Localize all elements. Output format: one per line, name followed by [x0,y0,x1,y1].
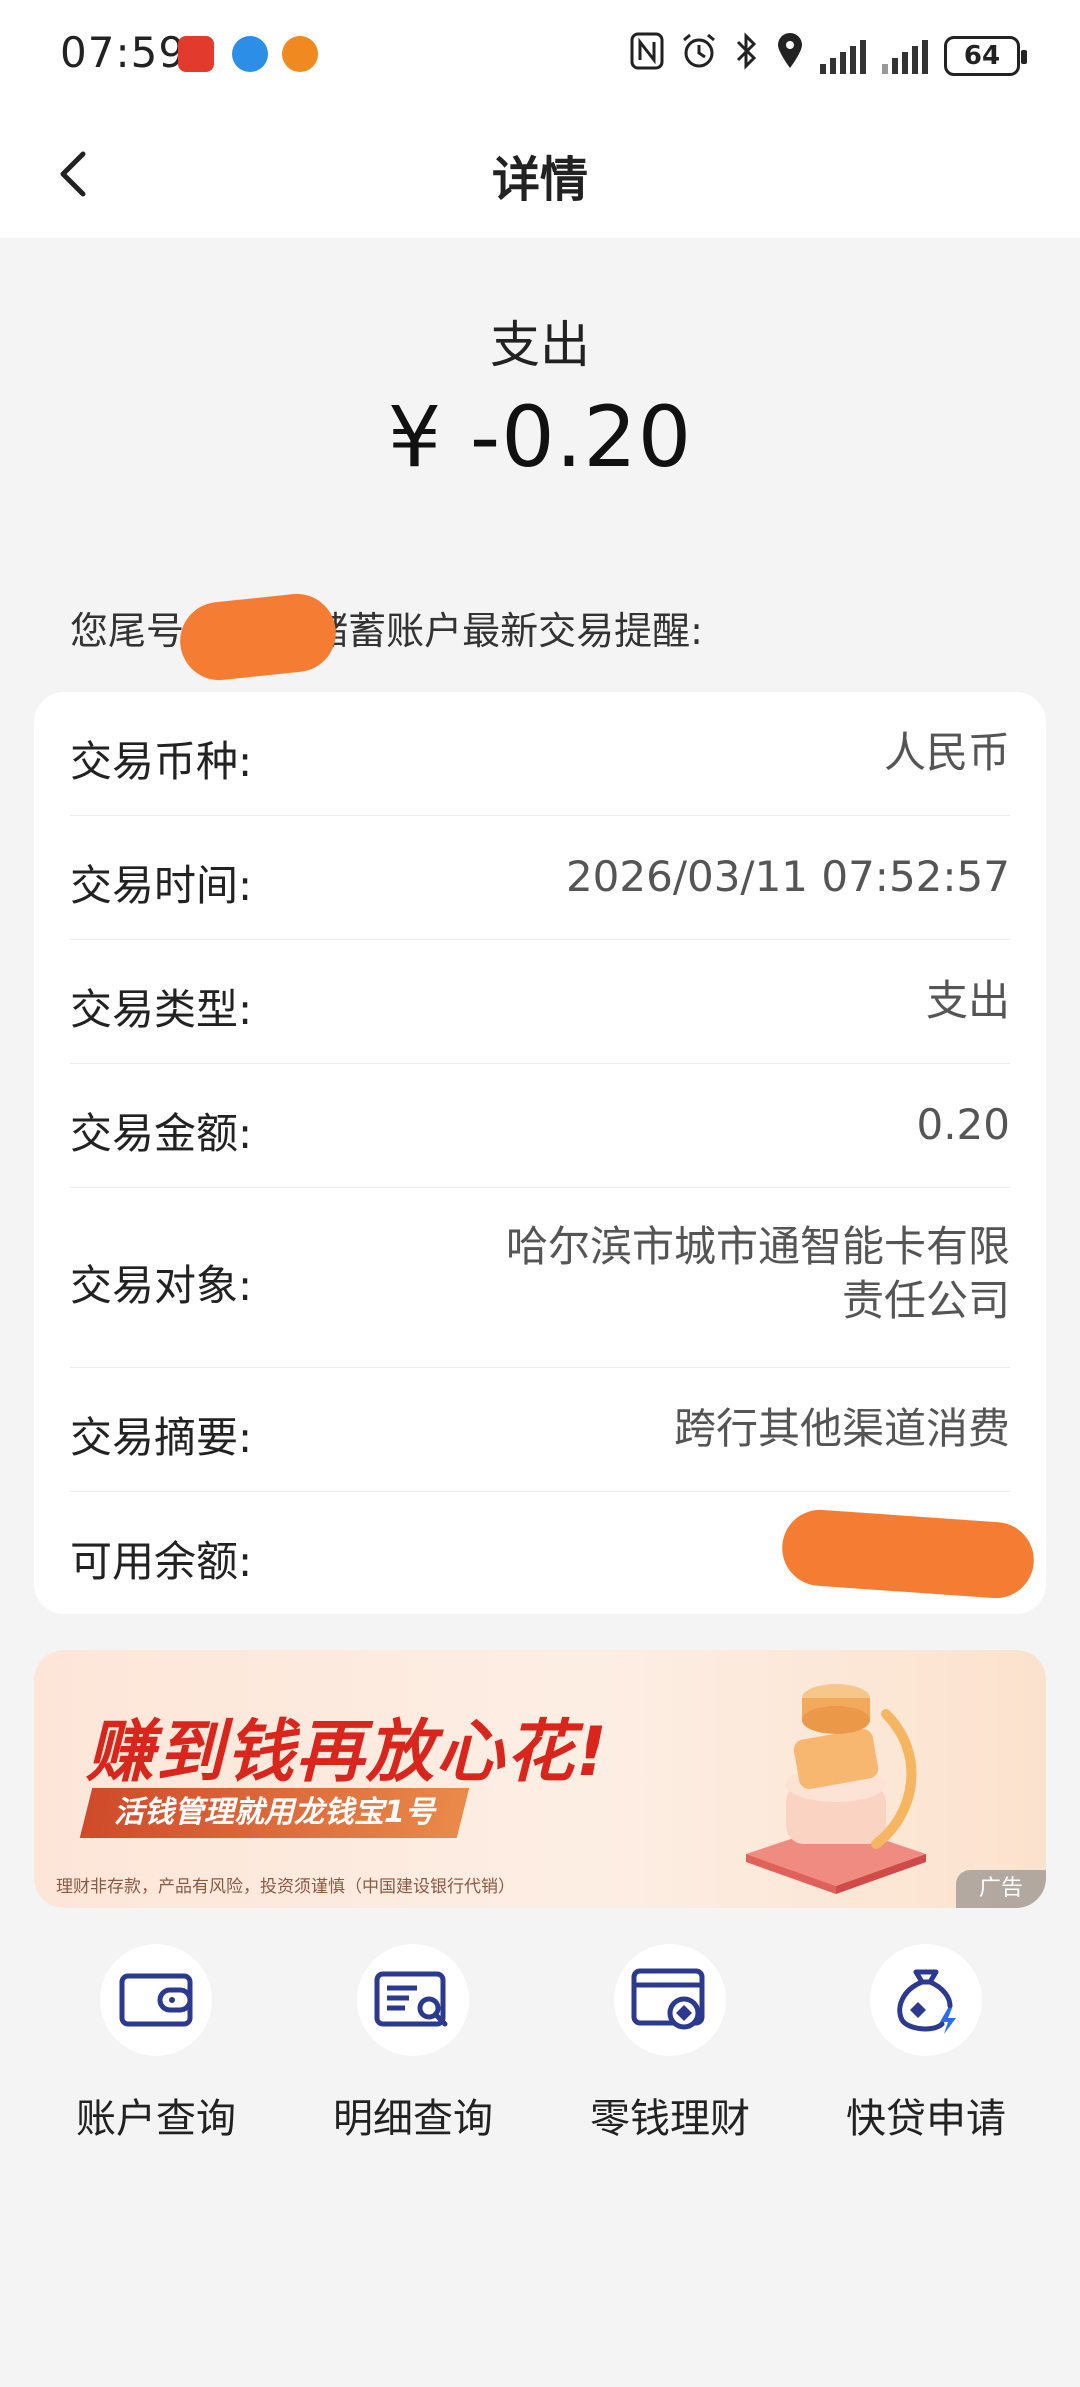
quick-action-account-query[interactable]: 账户查询 [36,1944,276,2144]
detail-label: 可用余额: [70,1537,253,1586]
quick-action-change-finance[interactable]: 零钱理财 [550,1944,790,2144]
banner-headline: 赚到钱再放心花! [86,1713,610,1792]
detail-row-amount: 交易金额: 0.20 [70,1064,1010,1188]
banner-subline: 活钱管理就用龙钱宝1号 [114,1795,435,1830]
statement-search-icon [357,1944,469,2056]
bluetooth-icon [734,32,760,79]
transaction-type-label: 支出 [490,316,590,374]
quick-action-label: 零钱理财 [590,2096,750,2142]
detail-label: 交易金额: [70,1109,253,1158]
signal-strength-icon [882,38,928,74]
coin-stack-illustration [746,1684,926,1894]
nfc-icon [630,32,664,79]
notification-app-icon [232,36,268,72]
detail-label: 交易对象: [70,1261,253,1310]
detail-label: 交易时间: [70,861,253,910]
detail-value: 0.20 [916,1100,1010,1149]
detail-value: 支出 [925,976,1010,1025]
detail-value: 人民币 [883,728,1010,777]
transaction-details-card: 交易币种: 人民币 交易时间: 2026/03/11 07:52:57 交易类型… [34,692,1046,1614]
detail-row-summary: 交易摘要: 跨行其他渠道消费 [70,1368,1010,1492]
page-title: 详情 [491,152,588,208]
battery-icon: 64 [944,35,1027,76]
notification-app-icon [282,36,318,72]
quick-action-label: 账户查询 [76,2096,236,2142]
status-time: 07:59 [60,28,187,77]
ad-tag: 广告 [956,1870,1046,1908]
status-bar: 07:59 64 [0,0,1080,110]
detail-label: 交易类型: [70,985,253,1034]
transaction-amount: ¥ -0.20 [387,388,693,486]
promo-banner[interactable]: 赚到钱再放心花! 活钱管理就用龙钱宝1号 理财非存款，产品有风险，投资须谨慎（中… [34,1650,1046,1908]
location-icon [776,32,804,79]
quick-action-statement-query[interactable]: 明细查询 [293,1944,533,2144]
detail-value: 2026/03/11 07:52:57 [565,852,1010,901]
quick-action-quick-loan[interactable]: 快贷申请 [806,1944,1046,2144]
detail-label: 交易摘要: [70,1413,253,1462]
alarm-icon [680,32,718,79]
quick-action-label: 快贷申请 [846,2096,1006,2142]
status-indicators: 64 [630,32,1027,79]
signal-strength-icon [820,38,866,74]
account-notice: 您尾号 ****的储蓄账户最新交易提醒: [70,609,703,653]
detail-row-currency: 交易币种: 人民币 [70,692,1010,816]
wallet-icon [100,1944,212,2056]
quick-action-label: 明细查询 [333,2096,493,2142]
detail-row-type: 交易类型: 支出 [70,940,1010,1064]
card-finance-icon [614,1944,726,2056]
detail-row-time: 交易时间: 2026/03/11 07:52:57 [70,816,1010,940]
notification-app-icon [178,36,214,72]
banner-disclaimer: 理财非存款，产品有风险，投资须谨慎（中国建设银行代销） [56,1877,515,1897]
nav-bar: 详情 [0,110,1080,238]
banner-subline-strip: 活钱管理就用龙钱宝1号 [79,1788,470,1838]
loan-bag-icon [870,1944,982,2056]
detail-value: 哈尔滨市城市通智能卡有限责任公司 [505,1222,1010,1325]
detail-label: 交易币种: [70,737,253,786]
detail-value: 跨行其他渠道消费 [673,1404,1010,1453]
detail-row-counterparty: 交易对象: 哈尔滨市城市通智能卡有限责任公司 [70,1188,1010,1368]
